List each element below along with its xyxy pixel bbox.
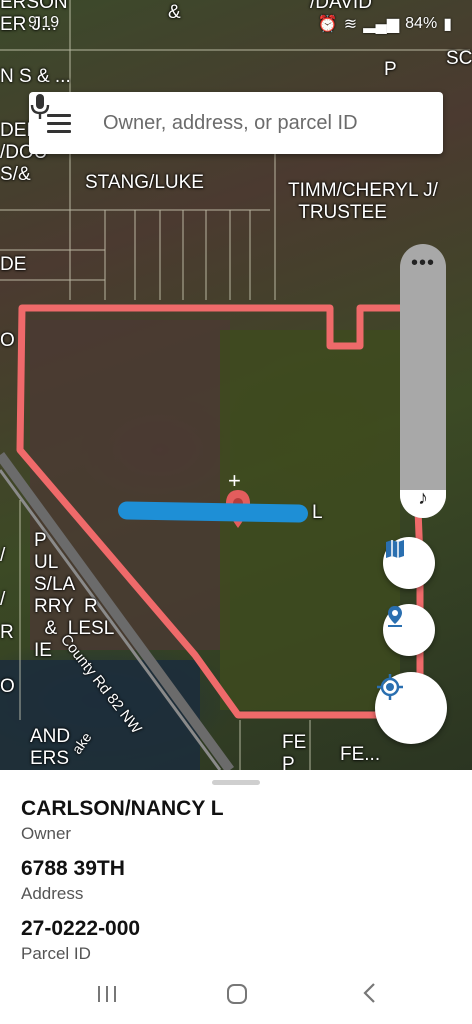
search-input[interactable]: Owner, address, or parcel ID <box>103 112 401 135</box>
address-label: Address <box>21 884 84 903</box>
map-label: O <box>0 676 15 697</box>
vertical-scroll-panel[interactable]: ••• ♪ <box>400 244 446 518</box>
location-pin-icon <box>388 606 402 627</box>
signal-icon: ▂▄▆ <box>363 16 400 33</box>
back-button[interactable] <box>362 982 378 1009</box>
map-label: N S & ... <box>0 66 71 87</box>
map-view[interactable]: 9:19 ⏰ ≋ ▂▄▆ 84% ▮ ERSON ER J... /DAVID … <box>0 0 472 770</box>
map-label: FE... <box>340 744 381 765</box>
status-bar: 9:19 ⏰ ≋ ▂▄▆ 84% ▮ <box>0 8 472 38</box>
map-label: DE <box>0 254 27 275</box>
music-note-icon: ♪ <box>418 487 428 509</box>
map-label: TIMM/CHERYL J/ TRUSTEE <box>288 180 438 223</box>
map-label: SC <box>446 48 472 69</box>
recent-apps-button[interactable] <box>96 984 118 1009</box>
map-label: /DAVID <box>310 0 372 13</box>
crosshair-icon: + <box>228 468 241 493</box>
more-options-icon[interactable]: ••• <box>400 252 446 275</box>
wifi-icon: ≋ <box>343 16 358 33</box>
owner-label: Owner <box>21 824 72 843</box>
sheet-drag-handle[interactable] <box>212 780 260 785</box>
alarm-icon: ⏰ <box>317 16 338 33</box>
gps-target-icon <box>377 674 403 700</box>
redaction-scribble <box>117 501 309 523</box>
owner-value: CARLSON/NANCY L <box>21 797 224 820</box>
map-label: O <box>0 330 15 351</box>
map-label: & <box>168 2 181 23</box>
map-label: ERSON ER J... <box>0 0 68 35</box>
system-nav-bar <box>0 970 472 1024</box>
map-label: R <box>0 622 14 643</box>
parcel-id-label: Parcel ID <box>21 944 91 963</box>
map-label: L <box>312 502 323 523</box>
map-label: FE P <box>282 732 307 770</box>
parcel-id-value: 27-0222-000 <box>21 917 141 940</box>
search-bar[interactable]: Owner, address, or parcel ID <box>29 92 443 154</box>
my-location-button[interactable] <box>375 672 447 744</box>
battery-percent: 84% <box>405 15 438 32</box>
map-label: STANG/LUKE <box>85 172 204 193</box>
map-icon <box>386 540 404 558</box>
map-label: AND ERS <box>30 726 71 769</box>
pin-button[interactable] <box>383 604 435 656</box>
home-button[interactable] <box>226 983 248 1010</box>
status-icons: ⏰ ≋ ▂▄▆ 84% ▮ <box>318 14 452 34</box>
battery-icon: ▮ <box>443 16 452 33</box>
address-value: 6788 39TH <box>21 857 125 880</box>
map-label: / / <box>0 545 6 610</box>
map-label: P <box>384 59 397 80</box>
menu-icon[interactable] <box>47 109 77 138</box>
map-layers-button[interactable] <box>383 537 435 589</box>
